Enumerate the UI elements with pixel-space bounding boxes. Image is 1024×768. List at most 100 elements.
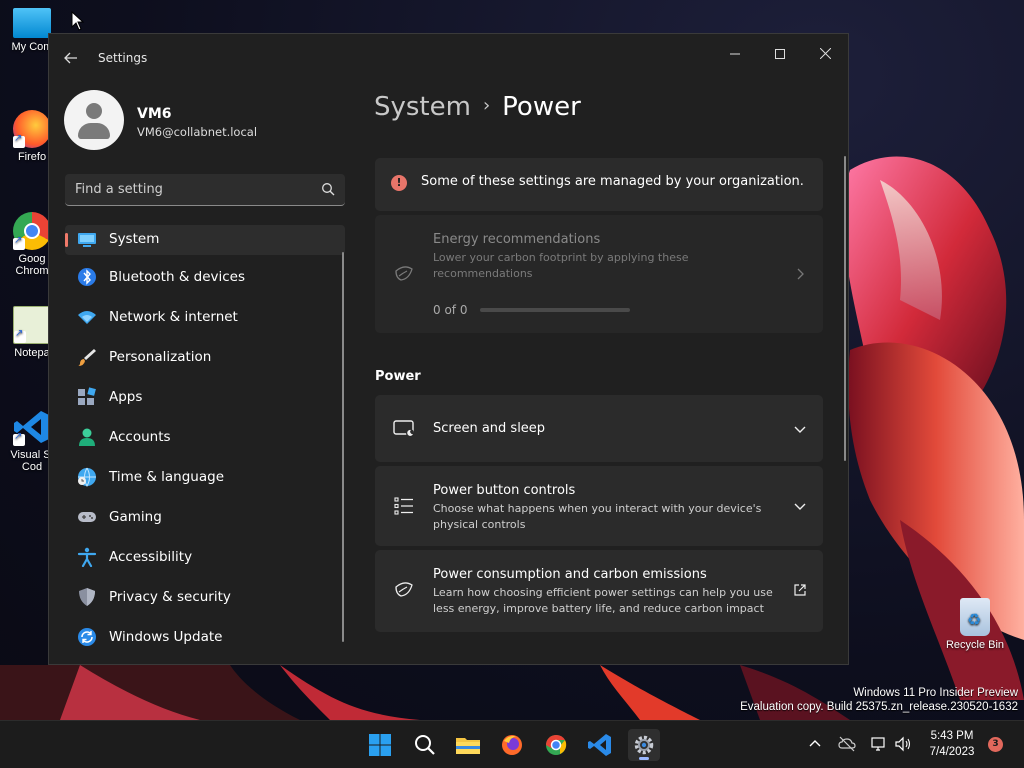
close-icon [819,47,831,60]
close-button[interactable] [802,40,848,70]
search-input[interactable] [75,174,305,204]
taskbar-search-button[interactable] [408,729,440,761]
banner-text: Some of these settings are managed by yo… [421,174,804,189]
sidebar-item-time-language[interactable]: Time & language [65,465,345,505]
taskbar-file-explorer[interactable] [452,729,484,761]
person-icon [79,428,95,446]
arrow-left-icon [64,52,77,64]
gamepad-icon [78,512,96,522]
chrome-icon [546,734,567,755]
search-icon[interactable] [321,182,335,196]
notification-badge[interactable]: 3 [988,737,1003,752]
desktop-icon-label: Notepa [14,347,50,359]
desktop-icon-recycle-bin[interactable]: ♻ Recycle Bin [944,598,1006,651]
sidebar-item-gaming[interactable]: Gaming [65,505,345,545]
card-screen-and-sleep[interactable]: Screen and sleep [375,395,823,462]
sidebar-item-label: Bluetooth & devices [109,269,246,285]
sidebar-item-windows-update[interactable]: Windows Update [65,625,345,664]
chevron-down-icon[interactable] [793,422,807,436]
selection-indicator [65,233,68,247]
volume-icon[interactable] [894,735,912,753]
section-heading-power: Power [375,369,421,384]
avatar [64,90,124,150]
card-description: Choose what happens when you interact wi… [433,502,762,531]
taskbar-clock[interactable]: 5:43 PM 7/4/2023 [924,728,980,760]
breadcrumb: System › Power [374,92,581,122]
sidebar-item-label: Time & language [109,469,225,485]
breadcrumb-parent[interactable]: System [374,92,471,122]
taskbar-firefox[interactable] [496,729,528,761]
card-title: Energy recommendations [433,232,601,247]
firefox-icon [502,735,522,755]
recommendation-count: 0 of 0 [433,303,468,317]
taskbar-vscode[interactable] [584,729,616,761]
card-power-consumption[interactable]: Power consumption and carbon emissions L… [375,550,823,632]
content-scrollbar[interactable] [844,156,846,461]
settings-window: Settings VM6 VM6@collabnet.local System [48,33,849,665]
page-title: Power [502,92,581,122]
shortcut-arrow-icon [13,133,25,148]
sidebar-item-accounts[interactable]: Accounts [65,425,345,465]
globe-clock-icon [78,467,96,487]
card-description: Learn how choosing efficient power setti… [433,586,773,615]
sidebar-item-label: Accessibility [109,549,193,565]
sidebar-item-network[interactable]: Network & internet [65,305,345,345]
system-icon [78,233,96,247]
sidebar-item-label: Privacy & security [109,589,231,605]
card-title: Screen and sleep [433,421,546,436]
mouse-cursor-icon [71,11,85,31]
accessibility-icon [77,547,97,567]
external-link-icon[interactable] [793,583,807,597]
managed-by-org-banner: ! Some of these settings are managed by … [375,158,823,211]
profile-name: VM6 [137,106,172,122]
desktop-icon-label: My Com [11,41,53,53]
shortcut-arrow-icon [14,328,26,343]
back-button[interactable] [61,48,81,68]
sidebar-item-system[interactable]: System [65,225,345,255]
taskbar-chrome[interactable] [540,729,572,761]
sidebar-item-personalization[interactable]: Personalization [65,345,345,385]
wifi-icon [78,311,96,324]
shortcut-arrow-icon [13,235,25,250]
desktop-icon-label: Goog Chrom [15,253,49,277]
notepad-icon [13,306,51,344]
maximize-button[interactable] [757,40,803,70]
start-button[interactable] [364,729,396,761]
cloud-offline-icon[interactable] [838,735,856,753]
sidebar-nav: System Bluetooth & devices Network & int… [65,225,345,664]
apps-icon [78,387,96,405]
sidebar-scrollbar[interactable] [342,252,344,642]
search-box[interactable] [65,174,345,206]
brush-icon [78,349,96,366]
card-power-button-controls[interactable]: Power button controls Choose what happen… [375,466,823,546]
shortcut-arrow-icon [13,431,25,446]
update-icon [78,628,96,646]
chevron-down-icon[interactable] [793,499,807,513]
sidebar-item-apps[interactable]: Apps [65,385,345,425]
chevron-up-icon[interactable] [806,735,824,753]
energy-recommendations-card[interactable]: Energy recommendations Lower your carbon… [375,215,823,333]
chevron-right-icon: › [482,95,491,116]
recycle-bin-icon: ♻ [960,598,990,636]
card-title: Power consumption and carbon emissions [433,567,707,582]
taskbar-settings[interactable] [628,729,660,761]
profile-email: VM6@collabnet.local [137,125,258,139]
chrome-icon [13,212,51,250]
sidebar-item-label: Personalization [109,349,212,365]
title-bar[interactable]: Settings [49,34,848,82]
vscode-icon [588,734,611,756]
card-title: Power button controls [433,483,576,498]
sidebar-item-bluetooth[interactable]: Bluetooth & devices [65,265,345,305]
evaluation-watermark: Windows 11 Pro Insider Preview Evaluatio… [740,686,1018,714]
vscode-icon [13,408,51,446]
clock-time: 5:43 PM [930,730,974,742]
leaf-icon [395,582,413,597]
network-icon[interactable] [870,735,888,753]
sidebar-item-label: Windows Update [109,629,223,645]
monitor-icon [13,8,51,38]
minimize-button[interactable] [712,40,758,70]
sidebar-item-label: Gaming [109,509,162,525]
sidebar-item-privacy[interactable]: Privacy & security [65,585,345,625]
sidebar-item-accessibility[interactable]: Accessibility [65,545,345,585]
app-title: Settings [98,51,148,65]
